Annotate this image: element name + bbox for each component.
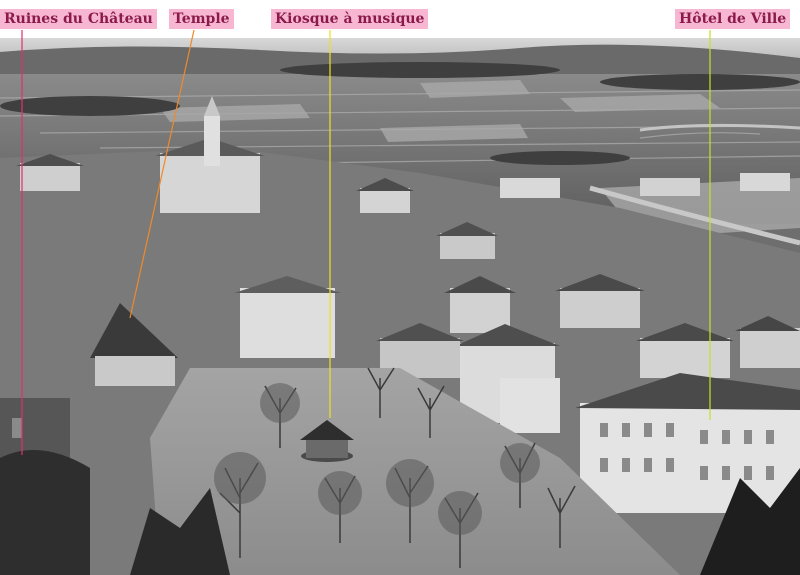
aerial-photo-drawing bbox=[0, 38, 800, 575]
aerial-photograph bbox=[0, 38, 800, 575]
label-temple: Temple bbox=[169, 9, 234, 29]
label-kiosque-a-musique: Kiosque à musique bbox=[271, 9, 429, 29]
label-hotel-de-ville: Hôtel de Ville bbox=[675, 9, 791, 29]
label-ruines-du-chateau: Ruines du Château bbox=[0, 9, 157, 29]
temple-wall bbox=[95, 356, 175, 386]
